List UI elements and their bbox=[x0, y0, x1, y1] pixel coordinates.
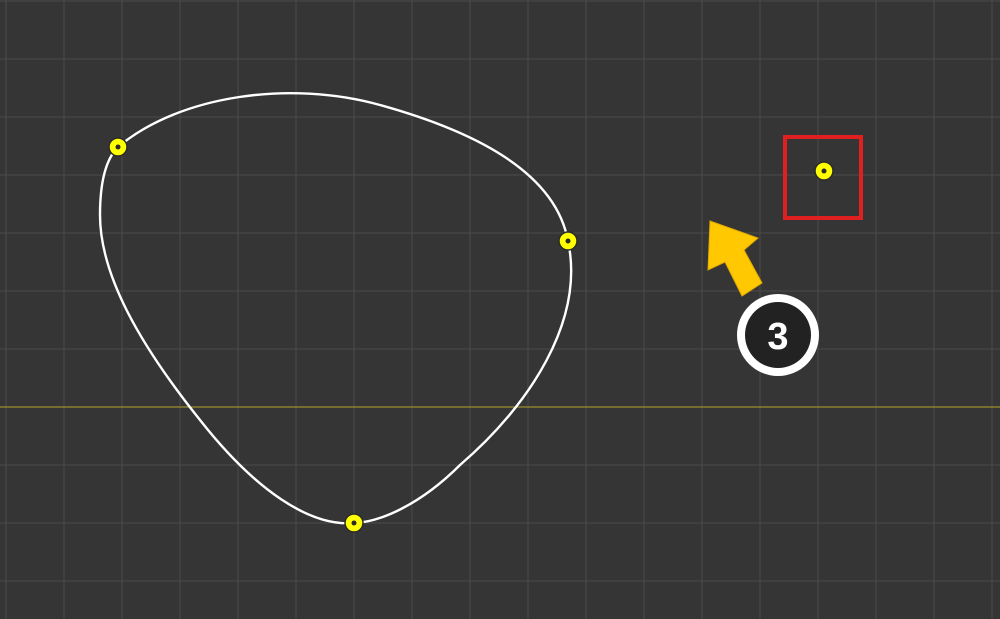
control-point[interactable] bbox=[344, 513, 364, 533]
viewport-background bbox=[0, 0, 1000, 619]
control-point[interactable] bbox=[558, 231, 578, 251]
curve-editor-viewport[interactable]: 3 bbox=[0, 0, 1000, 619]
step-badge-number: 3 bbox=[767, 316, 788, 358]
step-badge: 3 bbox=[737, 294, 819, 376]
control-point[interactable] bbox=[108, 137, 128, 157]
new-control-point[interactable] bbox=[814, 161, 834, 181]
